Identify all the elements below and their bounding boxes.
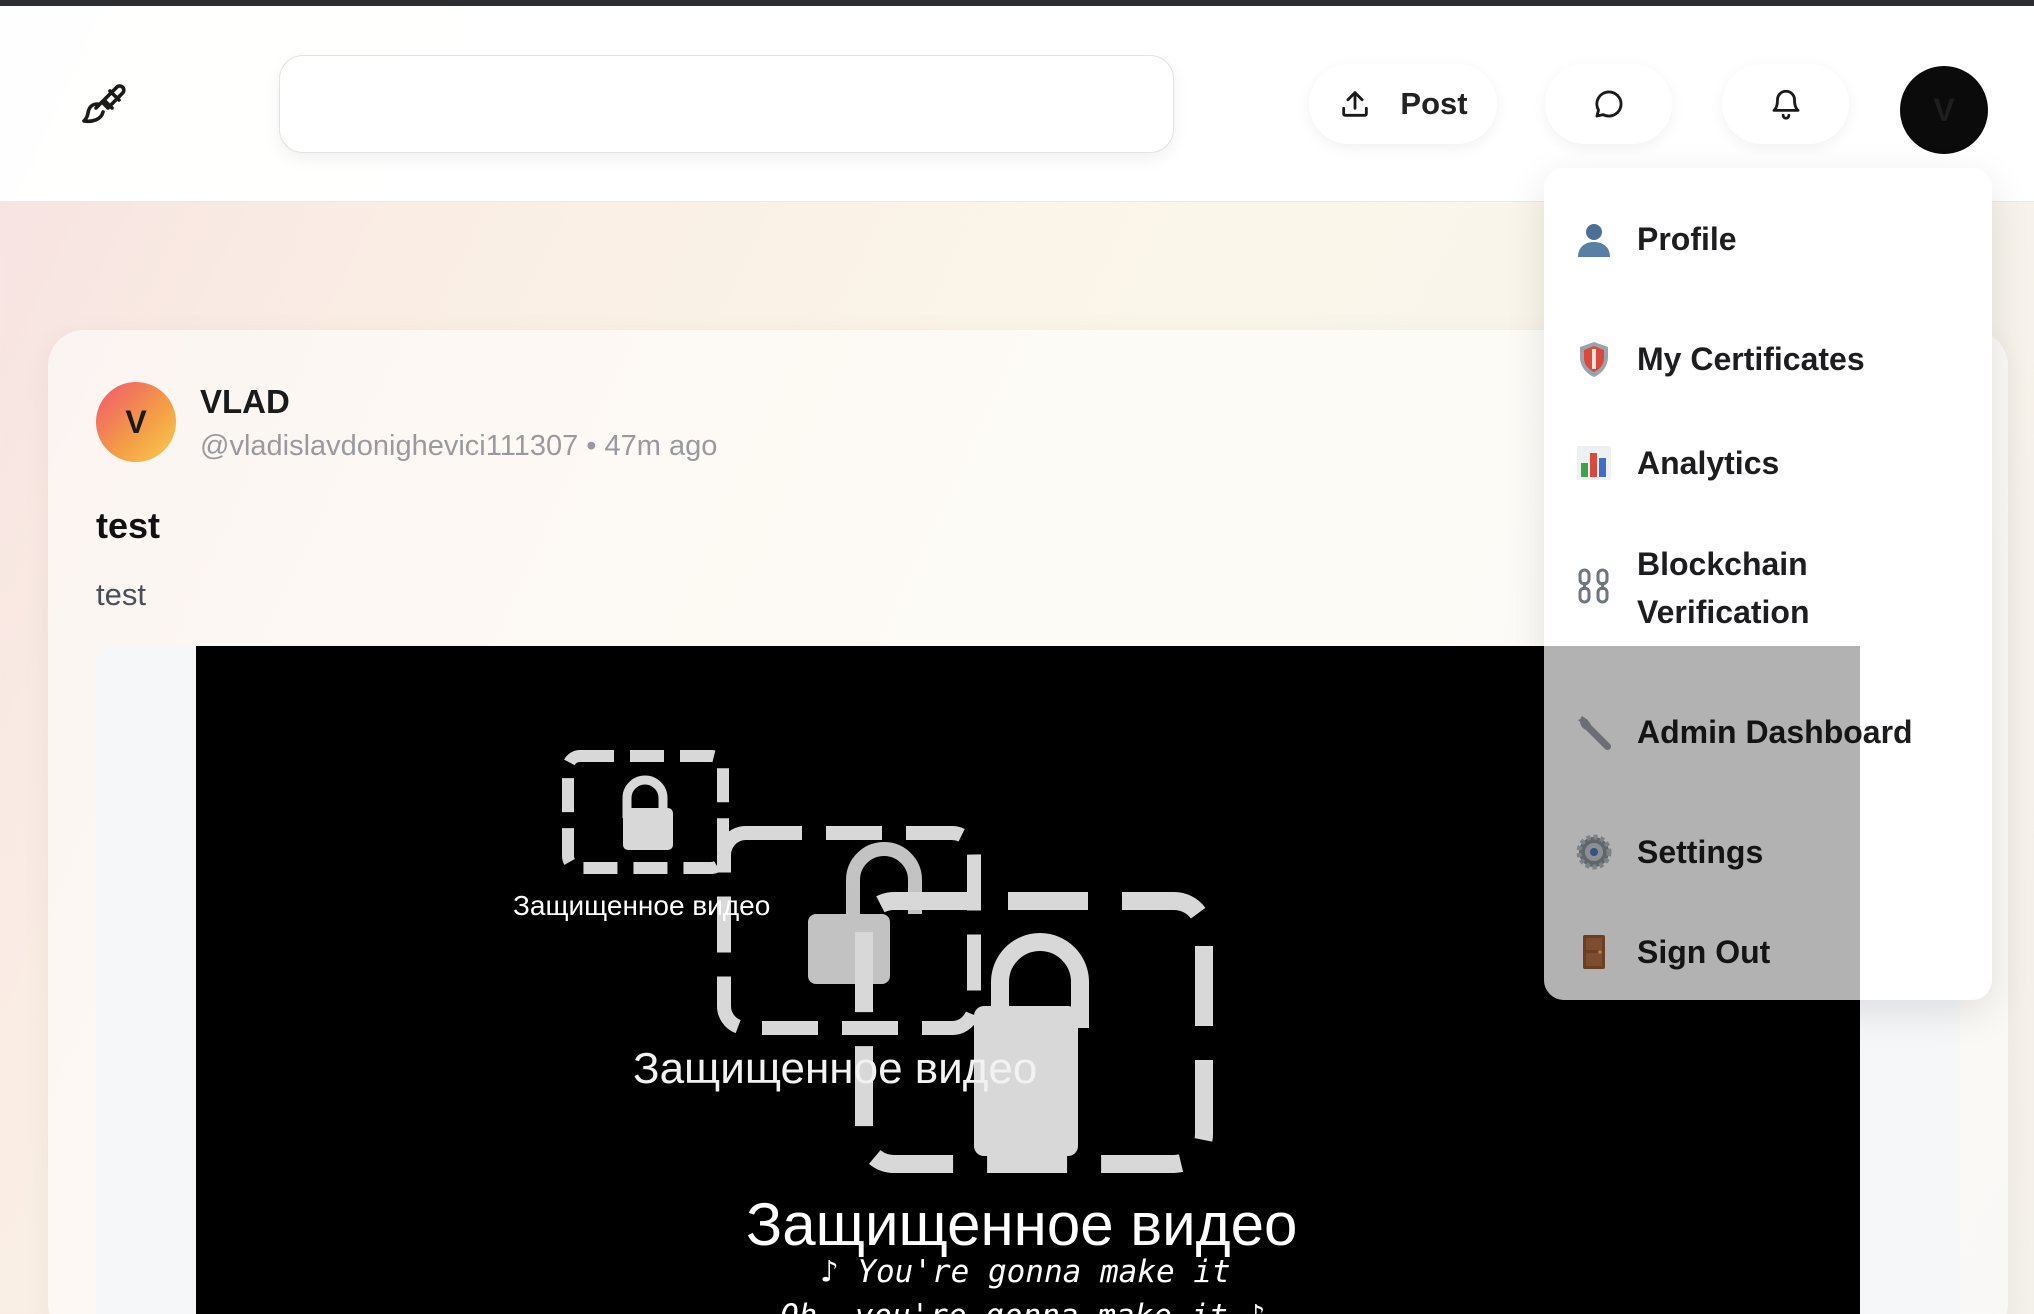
shield-icon — [1574, 339, 1614, 379]
post-author-name[interactable]: VLAD — [200, 383, 290, 421]
logo-brush-button[interactable] — [76, 78, 132, 134]
user-dropdown-menu: Profile My Certificates Analytics Blockc… — [1544, 168, 1992, 1000]
post-button-label: Post — [1400, 86, 1468, 121]
menu-item-settings[interactable]: Settings — [1544, 804, 1992, 900]
menu-item-settings-label: Settings — [1637, 834, 1764, 870]
menu-item-blockchain-verification[interactable]: Blockchain Verification — [1544, 518, 1992, 658]
chain-icon — [1574, 568, 1614, 608]
menu-item-blockchain-label-line2: Verification — [1637, 594, 1810, 630]
post-title: test — [96, 505, 161, 546]
video-subtitle-line-1: ♪ You're gonna make it — [820, 1254, 1231, 1290]
door-icon — [1574, 932, 1614, 972]
bell-icon — [1772, 89, 1799, 120]
messages-button[interactable] — [1545, 64, 1672, 144]
lock-icon-medium — [808, 842, 922, 984]
post-body: test — [96, 577, 146, 612]
post-author-avatar[interactable]: V — [96, 382, 176, 462]
upload-icon — [1342, 91, 1369, 117]
bar-chart-icon — [1574, 443, 1614, 483]
menu-item-admin-dashboard-label: Admin Dashboard — [1637, 714, 1913, 750]
menu-item-admin-dashboard[interactable]: Admin Dashboard — [1544, 684, 1992, 780]
menu-item-sign-out[interactable]: Sign Out — [1544, 904, 1992, 1000]
bust-silhouette-icon — [1574, 219, 1614, 259]
gear-icon — [1574, 832, 1614, 872]
menu-item-certificates[interactable]: My Certificates — [1544, 311, 1992, 407]
post-author-meta: @vladislavdonighevici111307 • 47m ago — [200, 430, 717, 463]
video-subtitle-line-2: Oh, you're gonna make it ♪ — [780, 1298, 1265, 1314]
post-timestamp: 47m ago — [604, 430, 718, 462]
protected-video-label-small: Защищенное видео — [513, 890, 771, 921]
menu-item-analytics-label: Analytics — [1637, 445, 1780, 481]
user-avatar-button[interactable]: V — [1900, 66, 1988, 154]
menu-item-profile[interactable]: Profile — [1544, 191, 1992, 287]
menu-item-profile-label: Profile — [1637, 221, 1737, 257]
menu-item-analytics[interactable]: Analytics — [1544, 415, 1992, 511]
protected-video-label-medium: Защищенное видео — [633, 1044, 1038, 1093]
menu-item-sign-out-label: Sign Out — [1637, 934, 1771, 970]
menu-item-certificates-label: My Certificates — [1637, 341, 1865, 377]
wrench-icon — [1574, 712, 1614, 752]
post-button[interactable]: Post — [1309, 64, 1497, 144]
meta-separator: • — [586, 430, 597, 462]
chat-bubble-icon — [1594, 90, 1622, 118]
post-author-handle[interactable]: @vladislavdonighevici111307 — [200, 430, 578, 462]
protected-video-label-large: Защищенное видео — [746, 1191, 1298, 1258]
paintbrush-icon — [82, 84, 126, 124]
lock-icon-small — [622, 775, 673, 850]
search-input[interactable] — [279, 55, 1174, 153]
notifications-button[interactable] — [1722, 64, 1849, 144]
menu-item-blockchain-label-line1: Blockchain — [1637, 546, 1808, 582]
